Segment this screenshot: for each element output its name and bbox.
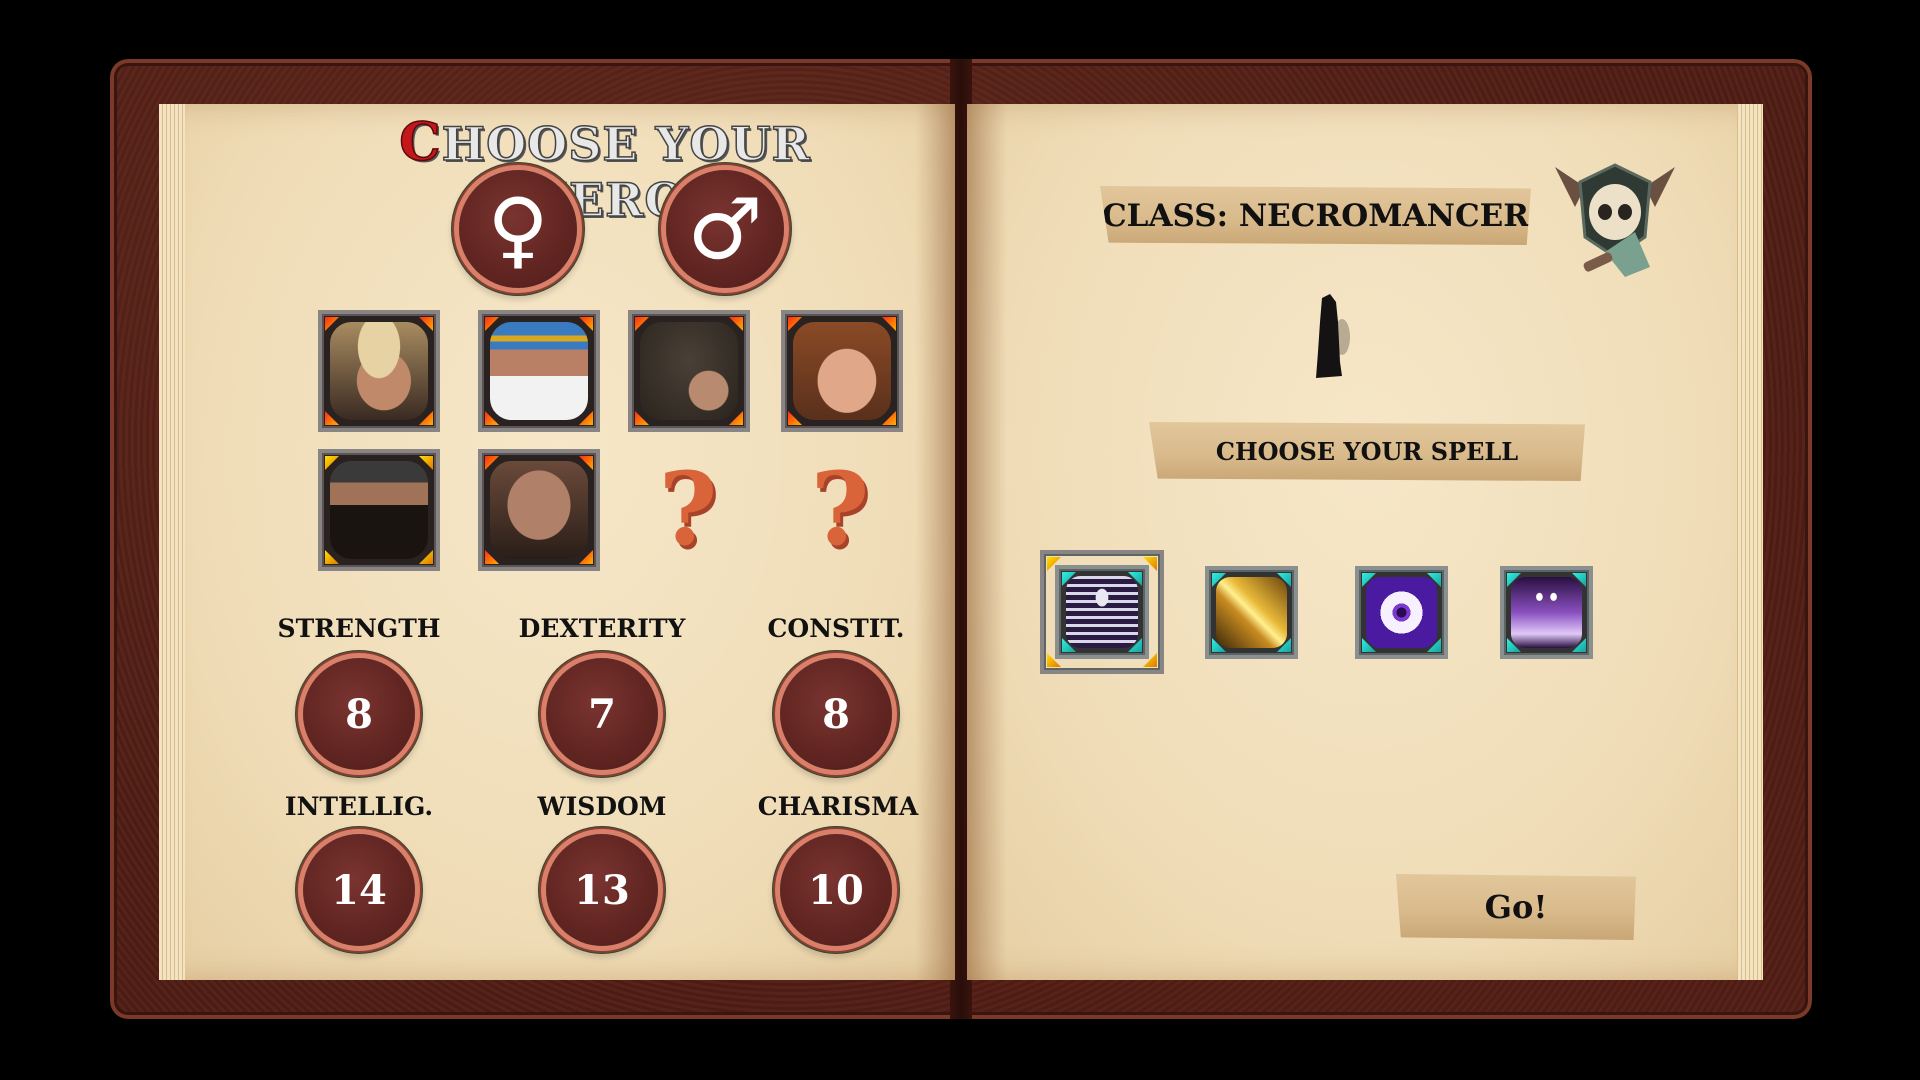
- female-symbol-icon: ♀: [487, 180, 549, 278]
- portrait-bald-man: [490, 461, 588, 559]
- necromancer-character-figure: [1316, 294, 1350, 378]
- stat-label-wisdom: WISDOM: [537, 792, 667, 821]
- spell-slot-1-selected[interactable]: [1040, 550, 1164, 674]
- stat-value-charisma[interactable]: 10: [780, 834, 892, 946]
- stat-label-dexterity: DEXTERITY: [518, 614, 686, 643]
- female-button[interactable]: ♀: [459, 170, 577, 288]
- stat-label-intelligence: INTELLIG.: [284, 792, 434, 821]
- title-first-letter: C: [398, 111, 442, 174]
- stat-value-dexterity[interactable]: 7: [546, 658, 658, 770]
- hero-portrait-3[interactable]: [628, 310, 750, 432]
- stat-value-constitution[interactable]: 8: [780, 658, 892, 770]
- stat-label-charisma: CHARISMA: [757, 792, 919, 821]
- hero-portrait-2[interactable]: [478, 310, 600, 432]
- eye-icon: [1366, 577, 1437, 648]
- hero-portrait-5-selected[interactable]: [318, 449, 440, 571]
- stat-value-strength[interactable]: 8: [303, 658, 415, 770]
- skull: [1589, 184, 1641, 240]
- portrait-curly-haired-youth: [793, 322, 891, 420]
- portrait-bearded-man-headscarf: [330, 461, 428, 559]
- choose-spell-banner: CHOOSE YOUR SPELL: [1149, 422, 1585, 481]
- portrait-blond-man: [330, 322, 428, 420]
- stat-label-constitution: CONSTIT.: [767, 614, 905, 643]
- skull-shield-emblem-icon: [1555, 163, 1675, 277]
- go-button[interactable]: Go!: [1396, 874, 1636, 940]
- portrait-old-bearded-man: [490, 322, 588, 420]
- stat-value-intelligence[interactable]: 14: [303, 834, 415, 946]
- spell-slot-2[interactable]: [1205, 566, 1298, 659]
- lightning-bolt-icon: [1216, 577, 1287, 648]
- locked-hero-7-question-icon[interactable]: ?: [643, 450, 733, 568]
- portrait-hooded-figure: [640, 322, 738, 420]
- class-banner: CLASS: NECROMANCER: [1100, 186, 1531, 245]
- ghost-flame-icon: [1511, 577, 1582, 648]
- male-button[interactable]: ♂: [666, 170, 784, 288]
- stat-value-wisdom[interactable]: 13: [546, 834, 658, 946]
- spell-slot-4[interactable]: [1500, 566, 1593, 659]
- hero-portrait-1[interactable]: [318, 310, 440, 432]
- hero-portrait-4[interactable]: [781, 310, 903, 432]
- hero-portrait-6[interactable]: [478, 449, 600, 571]
- spell-slot-3[interactable]: [1355, 566, 1448, 659]
- stat-label-strength: STRENGTH: [277, 614, 441, 643]
- male-symbol-icon: ♂: [687, 180, 763, 278]
- skeleton-icon: [1066, 576, 1138, 648]
- locked-hero-8-question-icon[interactable]: ?: [795, 450, 885, 568]
- skeleton-spell: [1055, 565, 1149, 659]
